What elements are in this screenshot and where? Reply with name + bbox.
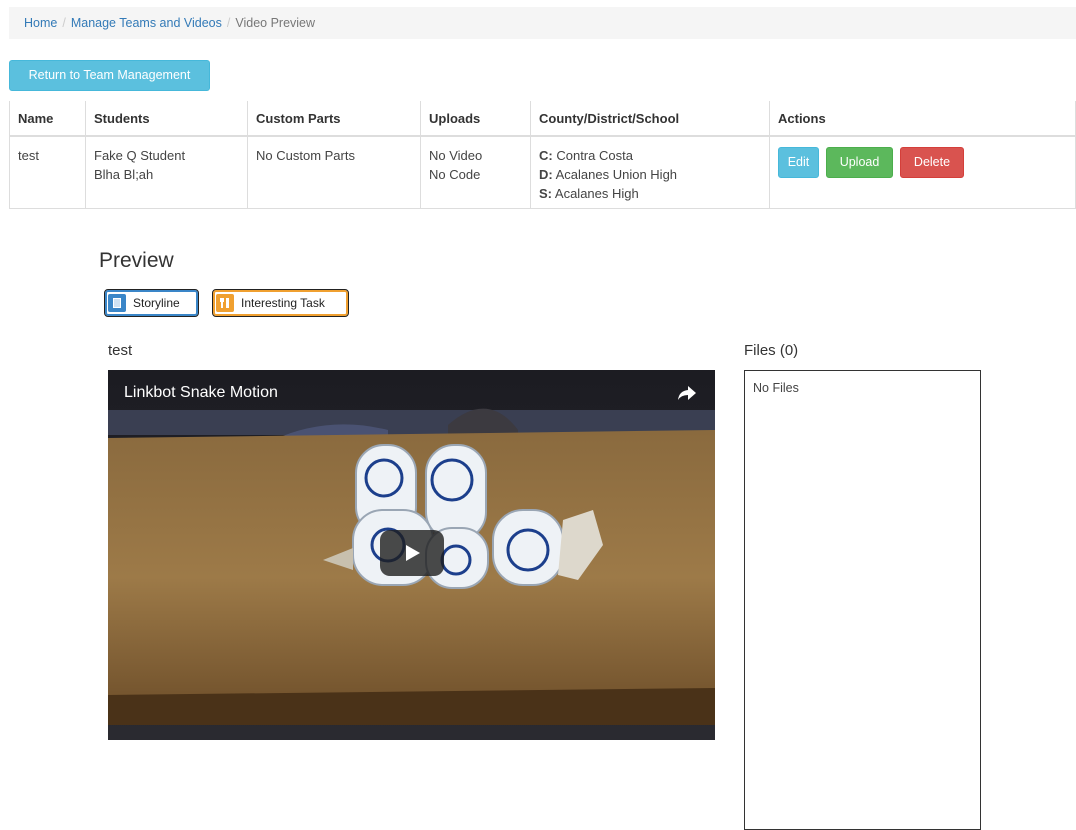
column-header-uploads: Uploads: [420, 101, 531, 137]
upload-button[interactable]: Upload: [826, 147, 893, 178]
files-empty-text: No Files: [753, 381, 799, 395]
school-label: S:: [539, 186, 552, 201]
column-header-actions: Actions: [769, 101, 1076, 137]
column-header-students: Students: [85, 101, 248, 137]
breadcrumb-separator: /: [226, 16, 231, 30]
uploads-cell: No Video No Code: [420, 135, 531, 209]
breadcrumb-home-link[interactable]: Home: [24, 16, 57, 30]
edit-button[interactable]: Edit: [778, 147, 819, 178]
delete-button[interactable]: Delete: [900, 147, 964, 178]
team-name-cell: test: [9, 135, 86, 209]
upload-video-status: No Video: [429, 148, 483, 163]
school-line: S: Acalanes High: [539, 184, 761, 203]
storyline-tag-label: Storyline: [133, 296, 180, 310]
county-line: C: Contra Costa: [539, 146, 761, 165]
column-header-custom-parts: Custom Parts: [247, 101, 421, 137]
interesting-task-tag-label: Interesting Task: [241, 296, 325, 310]
school-value: Acalanes High: [554, 186, 639, 201]
files-list: No Files: [744, 370, 981, 830]
breadcrumb-current: Video Preview: [235, 16, 316, 30]
county-value: Contra Costa: [556, 148, 633, 163]
video-caption: Linkbot Snake Motion: [124, 384, 278, 401]
location-cell: C: Contra Costa D: Acalanes Union High S…: [530, 135, 770, 209]
custom-parts-cell: No Custom Parts: [247, 135, 421, 209]
breadcrumb-manage-teams-link[interactable]: Manage Teams and Videos: [71, 16, 222, 30]
teams-table: Name Students Custom Parts Uploads Count…: [9, 101, 1076, 209]
return-to-team-management-button[interactable]: Return to Team Management: [9, 60, 210, 91]
upload-code-status: No Code: [429, 167, 481, 182]
table-header-row: Name Students Custom Parts Uploads Count…: [9, 101, 1076, 137]
breadcrumb-separator: /: [62, 16, 66, 30]
storyline-tag[interactable]: Storyline: [104, 289, 199, 317]
book-icon: [108, 294, 126, 312]
share-icon[interactable]: [677, 384, 697, 402]
student-name: Blha Bl;ah: [94, 167, 154, 182]
student-name: Fake Q Student: [94, 148, 186, 163]
files-heading: Files (0): [744, 342, 799, 359]
district-line: D: Acalanes Union High: [539, 165, 761, 184]
district-label: D:: [539, 167, 553, 182]
play-button[interactable]: [380, 530, 444, 576]
utensils-icon: [216, 294, 234, 312]
table-row: test Fake Q Student Blha Bl;ah No Custom…: [9, 135, 1076, 209]
preview-heading: Preview: [99, 249, 174, 272]
actions-cell: Edit Upload Delete: [769, 135, 1076, 209]
county-label: C:: [539, 148, 553, 163]
video-title: test: [108, 342, 133, 359]
column-header-name: Name: [9, 101, 86, 137]
column-header-location: County/District/School: [530, 101, 770, 137]
district-value: Acalanes Union High: [555, 167, 678, 182]
interesting-task-tag[interactable]: Interesting Task: [212, 289, 349, 317]
play-icon: [406, 545, 420, 561]
breadcrumb: Home / Manage Teams and Videos / Video Previ…: [9, 7, 1076, 39]
students-cell: Fake Q Student Blha Bl;ah: [85, 135, 248, 209]
video-player[interactable]: Linkbot Snake Motion: [108, 370, 715, 740]
